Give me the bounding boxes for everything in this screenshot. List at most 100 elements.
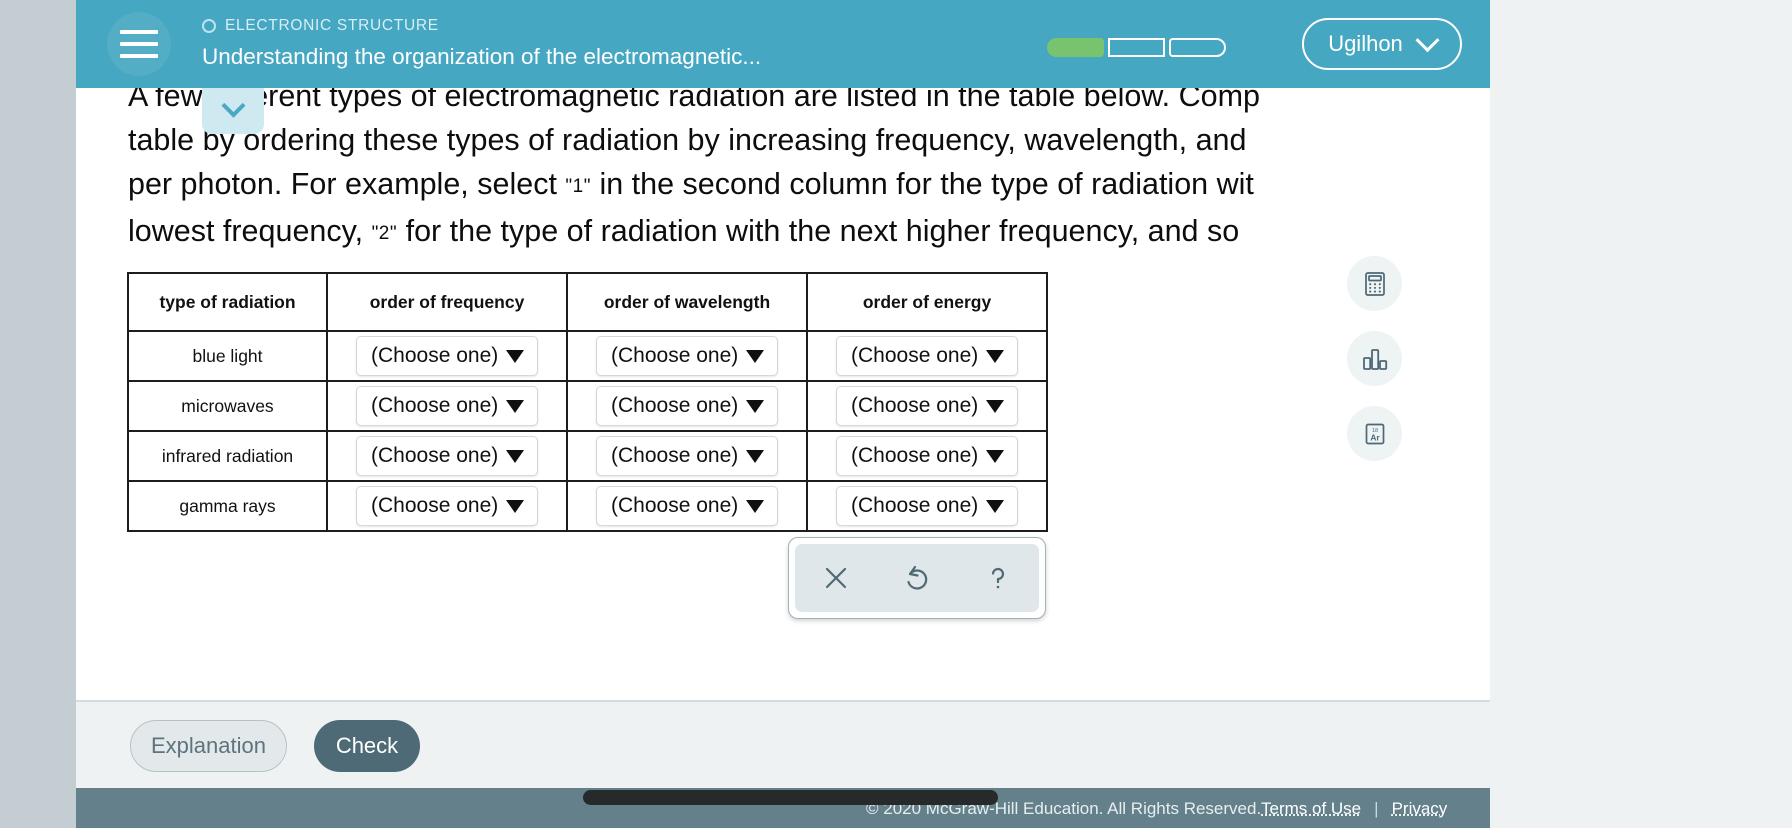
- energy-select-blue-light[interactable]: (Choose one): [836, 336, 1018, 376]
- wavelength-select-microwaves[interactable]: (Choose one): [596, 386, 778, 426]
- caret-down-icon: [746, 349, 765, 363]
- statement-line-4: lowest frequency, "2" for the type of ra…: [128, 209, 1490, 256]
- wavelength-cell: (Choose one): [566, 480, 808, 532]
- radiation-label: blue light: [127, 330, 328, 382]
- undo-arrow-icon: [907, 565, 928, 590]
- undo-button[interactable]: [889, 550, 945, 606]
- screenshot-root: A few different types of electromagnetic…: [0, 0, 1792, 828]
- statement-quote-2: "2": [371, 223, 398, 244]
- radiation-label: gamma rays: [127, 480, 328, 532]
- caret-down-icon: [986, 399, 1005, 413]
- progress-segment-1: [1047, 38, 1104, 57]
- wavelength-select-gamma-rays[interactable]: (Choose one): [596, 486, 778, 526]
- progress-segment-3: [1169, 38, 1226, 57]
- statement-quote-1: "1": [565, 176, 591, 197]
- select-value: (Choose one): [851, 394, 979, 417]
- select-value: (Choose one): [371, 494, 499, 517]
- select-value: (Choose one): [851, 494, 979, 517]
- select-value: (Choose one): [371, 344, 499, 367]
- answer-mini-toolbar: [788, 537, 1046, 619]
- question-statement: A few different types of electromagnetic…: [128, 88, 1490, 256]
- page-right-gutter: [1490, 0, 1792, 828]
- explanation-button[interactable]: Explanation: [130, 720, 287, 772]
- caret-down-icon: [746, 399, 765, 413]
- radiation-ordering-table: type of radiation order of frequency ord…: [127, 272, 1048, 532]
- caret-down-icon: [506, 449, 525, 463]
- tool-rail: 18 Ar: [1347, 256, 1402, 461]
- wavelength-select-blue-light[interactable]: (Choose one): [596, 336, 778, 376]
- app-viewport: A few different types of electromagnetic…: [76, 0, 1490, 828]
- menu-button[interactable]: [107, 12, 171, 76]
- horizontal-scrollbar-thumb[interactable]: [583, 790, 998, 805]
- radiation-label: microwaves: [127, 380, 328, 432]
- hamburger-icon-bar: [120, 54, 158, 58]
- select-value: (Choose one): [611, 394, 739, 417]
- calculator-tool[interactable]: [1347, 256, 1402, 311]
- horizontal-scrollbar[interactable]: [76, 790, 1490, 806]
- caret-down-icon: [506, 349, 525, 363]
- periodic-table-tool[interactable]: 18 Ar: [1347, 406, 1402, 461]
- collapse-header-tab[interactable]: [202, 88, 264, 134]
- user-menu-button[interactable]: Ugilhon: [1302, 18, 1462, 70]
- breadcrumb: ELECTRONIC STRUCTURE: [202, 16, 761, 36]
- periodic-element-icon: 18 Ar: [1365, 423, 1384, 444]
- energy-cell: (Choose one): [806, 380, 1048, 432]
- caret-down-icon: [506, 399, 525, 413]
- energy-select-infrared-radiation[interactable]: (Choose one): [836, 436, 1018, 476]
- progress-segment-2: [1108, 38, 1165, 57]
- caret-down-icon: [986, 499, 1005, 513]
- frequency-cell: (Choose one): [326, 330, 568, 382]
- energy-cell: (Choose one): [806, 330, 1048, 382]
- wavelength-cell: (Choose one): [566, 430, 808, 482]
- progress-indicator: [1047, 38, 1226, 57]
- page-title: Understanding the organization of the el…: [202, 44, 762, 69]
- app-header: ELECTRONIC STRUCTURE Understanding the o…: [76, 0, 1490, 88]
- hamburger-icon-bar: [120, 42, 158, 46]
- frequency-select-infrared-radiation[interactable]: (Choose one): [356, 436, 538, 476]
- wavelength-cell: (Choose one): [566, 380, 808, 432]
- chart-tool[interactable]: [1347, 331, 1402, 386]
- statement-line-3a: per photon. For example, select: [128, 167, 566, 201]
- circle-outline-icon: [202, 19, 216, 33]
- select-value: (Choose one): [611, 494, 739, 517]
- energy-select-microwaves[interactable]: (Choose one): [836, 386, 1018, 426]
- statement-line-3b: in the second column for the type of rad…: [590, 167, 1254, 201]
- select-value: (Choose one): [851, 444, 979, 467]
- help-button[interactable]: [970, 550, 1026, 606]
- bar-chart-icon: [1362, 348, 1387, 370]
- question-content-area: A few different types of electromagnetic…: [76, 88, 1490, 700]
- calculator-icon: [1364, 271, 1385, 296]
- chevron-down-icon: [220, 93, 246, 118]
- caret-down-icon: [986, 349, 1005, 363]
- question-mark-icon: [992, 567, 1005, 589]
- table-row: gamma rays (Choose one) (Choose one) (Ch…: [127, 480, 1048, 532]
- svg-text:Ar: Ar: [1370, 432, 1380, 442]
- column-header-wavelength: order of wavelength: [566, 272, 808, 332]
- frequency-cell: (Choose one): [326, 430, 568, 482]
- check-button[interactable]: Check: [314, 720, 420, 772]
- frequency-cell: (Choose one): [326, 380, 568, 432]
- energy-select-gamma-rays[interactable]: (Choose one): [836, 486, 1018, 526]
- frequency-select-blue-light[interactable]: (Choose one): [356, 336, 538, 376]
- frequency-select-gamma-rays[interactable]: (Choose one): [356, 486, 538, 526]
- breadcrumb-label: ELECTRONIC STRUCTURE: [225, 17, 439, 34]
- statement-line-2: table by ordering these types of radiati…: [128, 123, 1247, 157]
- header-title-block: ELECTRONIC STRUCTURE Understanding the o…: [202, 16, 761, 70]
- action-bar: Explanation Check: [76, 700, 1490, 788]
- wavelength-select-infrared-radiation[interactable]: (Choose one): [596, 436, 778, 476]
- wavelength-cell: (Choose one): [566, 330, 808, 382]
- frequency-select-microwaves[interactable]: (Choose one): [356, 386, 538, 426]
- frequency-cell: (Choose one): [326, 480, 568, 532]
- energy-cell: (Choose one): [806, 430, 1048, 482]
- select-value: (Choose one): [371, 444, 499, 467]
- answer-mini-toolbar-inner: [795, 544, 1039, 612]
- table-row: infrared radiation (Choose one) (Choose …: [127, 430, 1048, 482]
- table-row: blue light (Choose one) (Choose one) (Ch…: [127, 330, 1048, 382]
- table-row: microwaves (Choose one) (Choose one) (Ch…: [127, 380, 1048, 432]
- user-name-label: Ugilhon: [1328, 31, 1403, 56]
- caret-down-icon: [986, 449, 1005, 463]
- clear-button[interactable]: [808, 550, 864, 606]
- select-value: (Choose one): [611, 344, 739, 367]
- select-value: (Choose one): [611, 444, 739, 467]
- table-header-row: type of radiation order of frequency ord…: [127, 272, 1048, 332]
